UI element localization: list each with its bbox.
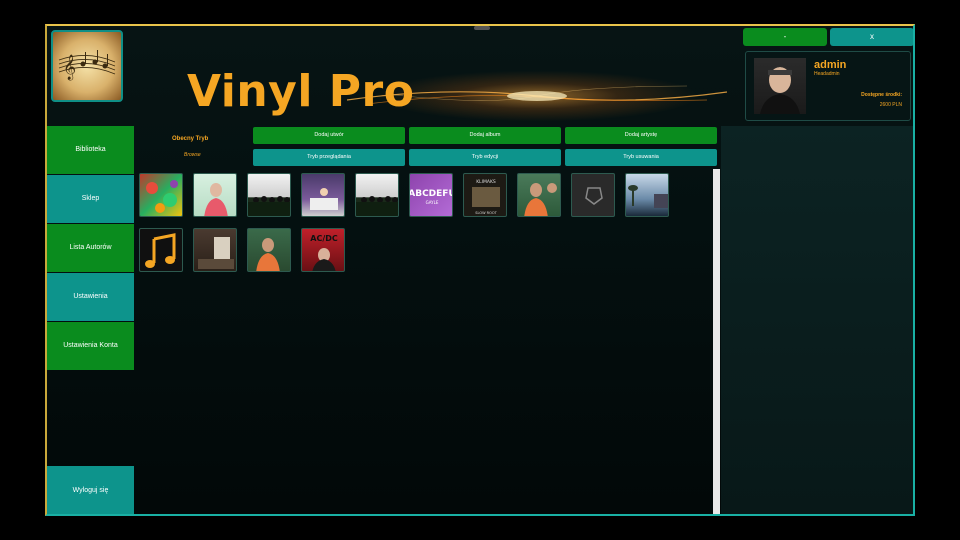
close-button[interactable]: x: [830, 28, 913, 46]
album-cover-abcdefu[interactable]: ABCDEFU GAYLE: [409, 173, 453, 217]
funds-value: 2600 PLN: [879, 102, 902, 108]
sidebar-item-biblioteka[interactable]: Biblioteka: [47, 126, 134, 174]
view-mode-button[interactable]: Tryb przeglądania: [253, 149, 405, 166]
delete-mode-button[interactable]: Tryb usuwania: [565, 149, 717, 166]
album-cover-12[interactable]: [193, 228, 237, 272]
app-window: 𝄞 Vinyl Pro - x admin Headadmin Dostępne…: [45, 24, 915, 516]
sidebar-item-ustawienia-konta[interactable]: Ustawienia Konta: [47, 322, 134, 370]
user-role: Headadmin: [814, 71, 840, 77]
mode-label: Obecny Tryb: [172, 136, 209, 142]
add-song-button[interactable]: Dodaj utwór: [253, 127, 405, 144]
avatar: [754, 58, 806, 114]
logout-button[interactable]: Wyloguj się: [47, 466, 134, 514]
cover-artist: GAYLE: [426, 200, 439, 205]
username: admin: [814, 59, 847, 71]
album-cover-1[interactable]: [139, 173, 183, 217]
app-logo: 𝄞: [51, 30, 123, 102]
sidebar-item-sklep[interactable]: Sklep: [47, 175, 134, 223]
svg-text:𝄞: 𝄞: [63, 54, 76, 80]
cover-title: AC/DC: [310, 234, 338, 243]
album-cover-2[interactable]: [193, 173, 237, 217]
sidebar-item-ustawienia[interactable]: Ustawienia: [47, 273, 134, 321]
details-panel: [721, 126, 913, 514]
album-cover-9[interactable]: [571, 173, 615, 217]
sidebar-item-lista-autorow[interactable]: Lista Autorów: [47, 224, 134, 272]
mode-value: Browse: [184, 152, 201, 158]
add-album-button[interactable]: Dodaj album: [409, 127, 561, 144]
music-sheet-icon: 𝄞: [58, 50, 116, 80]
album-cover-3[interactable]: [247, 173, 291, 217]
cover-subtitle: SLOW ROOT: [475, 211, 497, 215]
app-title: Vinyl Pro: [187, 66, 415, 117]
album-cover-13[interactable]: [247, 228, 291, 272]
album-cover-8[interactable]: [517, 173, 561, 217]
cover-title: ABCDEFU: [410, 189, 453, 199]
minimize-button[interactable]: -: [743, 28, 827, 46]
edit-mode-button[interactable]: Tryb edycji: [409, 149, 561, 166]
cover-title: KLIMAKS: [476, 179, 496, 185]
album-cover-music-note[interactable]: [139, 228, 183, 272]
album-cover-10[interactable]: [625, 173, 669, 217]
album-cover-5[interactable]: [355, 173, 399, 217]
album-grid-scrollbar[interactable]: [713, 169, 720, 514]
music-note-icon: [145, 233, 176, 268]
album-cover-7[interactable]: KLIMAKS SLOW ROOT: [463, 173, 507, 217]
album-cover-acdc[interactable]: AC/DC: [301, 228, 345, 272]
window-grip[interactable]: [474, 26, 490, 30]
user-card: admin Headadmin Dostępne środki: 2600 PL…: [745, 51, 911, 121]
funds-label: Dostępne środki:: [861, 92, 902, 98]
add-artist-button[interactable]: Dodaj artystę: [565, 127, 717, 144]
album-cover-4[interactable]: [301, 173, 345, 217]
